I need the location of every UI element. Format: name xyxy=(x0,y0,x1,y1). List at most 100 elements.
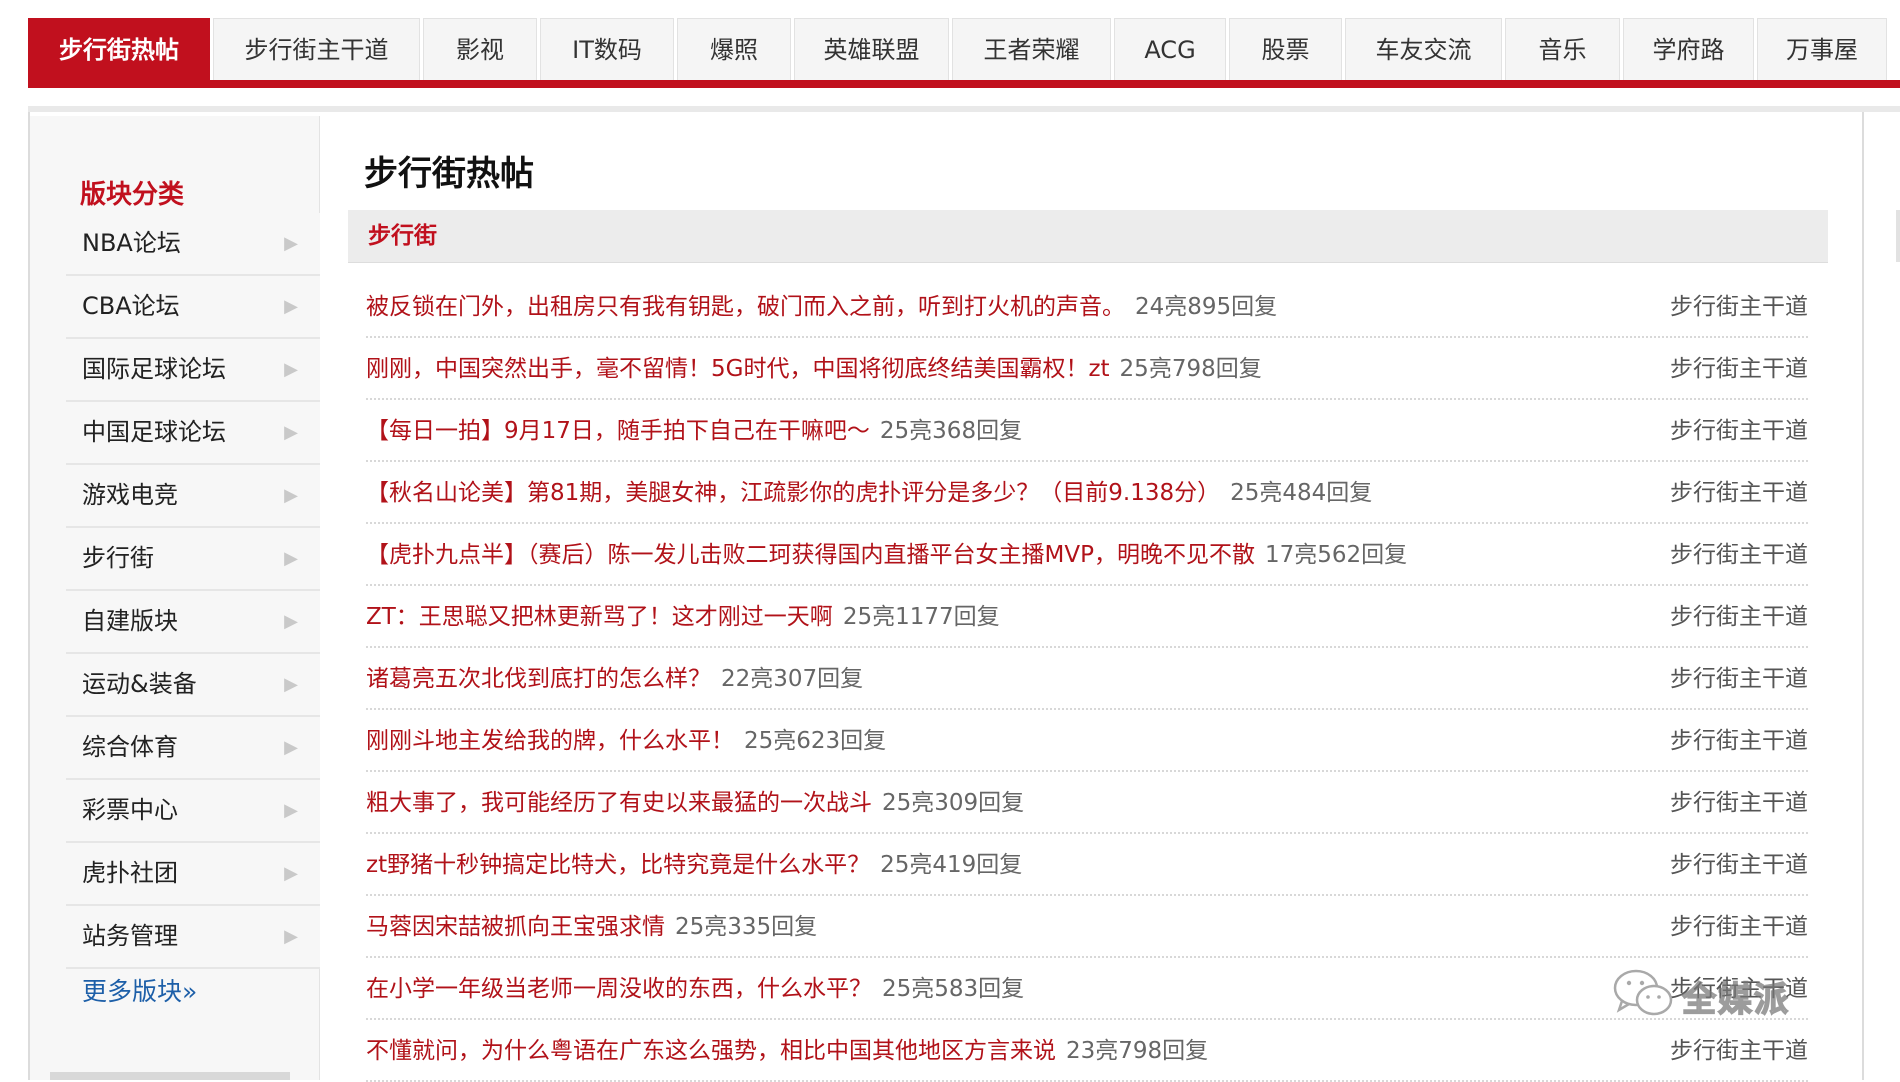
post-title-link[interactable]: zt野猪十秒钟搞定比特犬，比特究竟是什么水平？ 25亮419回复 xyxy=(366,834,1022,896)
tab-acg[interactable]: ACG xyxy=(1114,18,1226,80)
sidebar-item-nba[interactable]: NBA论坛 ▶ xyxy=(66,213,320,276)
chevron-right-icon: ▶ xyxy=(284,611,298,632)
sidebar-item-cba[interactable]: CBA论坛 ▶ xyxy=(66,276,320,339)
tab-it-digital[interactable]: IT数码 xyxy=(540,18,674,80)
sidebar-item-esports[interactable]: 游戏电竞 ▶ xyxy=(66,465,320,528)
post-board-link[interactable]: 步行街主干道 xyxy=(1670,710,1808,772)
sidebar-item-lottery[interactable]: 彩票中心 ▶ xyxy=(66,780,320,843)
list-item: 【虎扑九点半】（赛后）陈一发儿击败二珂获得国内直播平台女主播MVP，明晚不见不散… xyxy=(366,524,1808,586)
tab-lol[interactable]: 英雄联盟 xyxy=(794,18,949,80)
sidebar-item-intl-football[interactable]: 国际足球论坛 ▶ xyxy=(66,339,320,402)
sidebar-bottom-bar xyxy=(50,1072,290,1080)
chevron-right-icon: ▶ xyxy=(284,485,298,506)
list-item: 马蓉因宋喆被抓向王宝强求情 25亮335回复 步行街主干道 xyxy=(366,896,1808,958)
post-title-link[interactable]: 粗大事了，我可能经历了有史以来最猛的一次战斗 25亮309回复 xyxy=(366,772,1024,834)
scrollbar-hint xyxy=(1896,210,1900,262)
page-title: 步行街热帖 xyxy=(364,154,534,194)
more-boards-link[interactable]: 更多版块» xyxy=(82,972,197,1008)
tab-main-road[interactable]: 步行街主干道 xyxy=(213,18,420,80)
tab-stocks[interactable]: 股票 xyxy=(1229,18,1342,80)
list-item: 【秋名山论美】第81期，美腿女神，江疏影你的虎扑评分是多少？（目前9.138分）… xyxy=(366,462,1808,524)
post-title-text: 刚刚，中国突然出手，毫不留情！5G时代，中国将彻底终结美国霸权！zt xyxy=(366,356,1110,382)
post-board-link[interactable]: 步行街主干道 xyxy=(1670,648,1808,710)
list-item: 被反锁在门外，出租房只有我有钥匙，破门而入之前，听到打火机的声音。 24亮895回… xyxy=(366,276,1808,338)
sidebar-item-china-football[interactable]: 中国足球论坛 ▶ xyxy=(66,402,320,465)
post-board-link[interactable]: 步行街主干道 xyxy=(1670,462,1808,524)
sidebar-item-label: NBA论坛 xyxy=(82,229,181,257)
post-title-link[interactable]: 在小学一年级当老师一周没收的东西，什么水平？ 25亮583回复 xyxy=(366,958,1024,1020)
tab-hot-posts[interactable]: 步行街热帖 xyxy=(28,18,210,80)
post-stats: 25亮1177回复 xyxy=(842,604,1000,630)
post-stats: 25亮368回复 xyxy=(879,418,1023,444)
nav-underline xyxy=(28,80,1900,88)
post-title-link[interactable]: 【虎扑九点半】（赛后）陈一发儿击败二珂获得国内直播平台女主播MVP，明晚不见不散… xyxy=(366,524,1407,586)
post-title-text: 粗大事了，我可能经历了有史以来最猛的一次战斗 xyxy=(366,790,872,816)
post-stats: 25亮798回复 xyxy=(1119,356,1262,382)
chevron-right-icon: ▶ xyxy=(284,548,298,569)
tab-movies[interactable]: 影视 xyxy=(423,18,537,80)
list-item: 在小学一年级当老师一周没收的东西，什么水平？ 25亮583回复 步行街主干道 xyxy=(366,958,1808,1020)
sidebar-item-label: 综合体育 xyxy=(82,733,178,761)
tab-music[interactable]: 音乐 xyxy=(1505,18,1620,80)
wechat-icon xyxy=(1612,968,1682,1024)
sidebar-item-label: 中国足球论坛 xyxy=(82,418,226,446)
post-board-link[interactable]: 步行街主干道 xyxy=(1670,586,1808,648)
sidebar-item-general-sports[interactable]: 综合体育 ▶ xyxy=(66,717,320,780)
sidebar: 版块分类 NBA论坛 ▶ CBA论坛 ▶ 国际足球论坛 ▶ 中国足球论坛 ▶ 游戏电竞 ▶… xyxy=(30,116,320,1080)
post-title-link[interactable]: 【每日一拍】9月17日，随手拍下自己在干嘛吧～ 25亮368回复 xyxy=(366,400,1022,462)
post-board-link[interactable]: 步行街主干道 xyxy=(1670,1020,1808,1082)
post-stats: 24亮895回复 xyxy=(1135,294,1278,320)
post-title-link[interactable]: ZT：王思聪又把林更新骂了！这才刚过一天啊 25亮1177回复 xyxy=(366,586,1000,648)
sidebar-title: 版块分类 xyxy=(80,180,185,210)
list-item: 刚刚，中国突然出手，毫不留情！5G时代，中国将彻底终结美国霸权！zt 25亮798… xyxy=(366,338,1808,400)
post-title-link[interactable]: 【秋名山论美】第81期，美腿女神，江疏影你的虎扑评分是多少？（目前9.138分）… xyxy=(366,462,1372,524)
sidebar-item-label: 游戏电竞 xyxy=(82,481,178,509)
post-title-text: 【秋名山论美】第81期，美腿女神，江疏影你的虎扑评分是多少？（目前9.138分） xyxy=(366,480,1221,506)
tab-everything-shop[interactable]: 万事屋 xyxy=(1757,18,1887,80)
post-stats: 25亮583回复 xyxy=(882,976,1025,1002)
sidebar-item-sports-gear[interactable]: 运动&装备 ▶ xyxy=(66,654,320,717)
post-title-link[interactable]: 刚刚，中国突然出手，毫不留情！5G时代，中国将彻底终结美国霸权！zt 25亮798… xyxy=(366,338,1262,400)
tab-photos[interactable]: 爆照 xyxy=(677,18,791,80)
top-nav: 步行街热帖 步行街主干道 影视 IT数码 爆照 英雄联盟 王者荣耀 ACG 股票… xyxy=(28,18,1900,80)
section-header: 步行街 xyxy=(348,210,1828,263)
sidebar-item-label: 站务管理 xyxy=(82,922,178,950)
post-stats: 25亮484回复 xyxy=(1230,480,1373,506)
post-title-text: 诸葛亮五次北伐到底打的怎么样？ xyxy=(366,666,711,692)
tab-car-talk[interactable]: 车友交流 xyxy=(1345,18,1502,80)
watermark-text: 全媒派 xyxy=(1681,979,1790,1021)
post-title-text: 在小学一年级当老师一周没收的东西，什么水平？ xyxy=(366,976,872,1002)
post-title-text: 被反锁在门外，出租房只有我有钥匙，破门而入之前，听到打火机的声音。 xyxy=(366,294,1125,320)
post-title-link[interactable]: 刚刚斗地主发给我的牌，什么水平！ 25亮623回复 xyxy=(366,710,886,772)
post-list: 被反锁在门外，出租房只有我有钥匙，破门而入之前，听到打火机的声音。 24亮895回… xyxy=(366,276,1808,1082)
post-title-link[interactable]: 被反锁在门外，出租房只有我有钥匙，破门而入之前，听到打火机的声音。 24亮895回… xyxy=(366,276,1277,338)
post-title-link[interactable]: 不懂就问，为什么粤语在广东这么强势，相比中国其他地区方言来说 23亮798回复 xyxy=(366,1020,1208,1082)
sidebar-item-clubs[interactable]: 虎扑社团 ▶ xyxy=(66,843,320,906)
sidebar-item-label: 步行街 xyxy=(82,544,154,572)
tab-campus[interactable]: 学府路 xyxy=(1623,18,1754,80)
post-title-text: ZT：王思聪又把林更新骂了！这才刚过一天啊 xyxy=(366,604,833,630)
post-board-link[interactable]: 步行街主干道 xyxy=(1670,834,1808,896)
post-board-link[interactable]: 步行街主干道 xyxy=(1670,276,1808,338)
post-board-link[interactable]: 步行街主干道 xyxy=(1670,772,1808,834)
list-item: 不懂就问，为什么粤语在广东这么强势，相比中国其他地区方言来说 23亮798回复 步… xyxy=(366,1020,1808,1082)
chevron-right-icon: ▶ xyxy=(284,800,298,821)
post-board-link[interactable]: 步行街主干道 xyxy=(1670,524,1808,586)
watermark: 全媒派 xyxy=(1612,968,1840,1024)
post-board-link[interactable]: 步行街主干道 xyxy=(1670,400,1808,462)
post-board-link[interactable]: 步行街主干道 xyxy=(1670,896,1808,958)
post-board-link[interactable]: 步行街主干道 xyxy=(1670,338,1808,400)
post-title-text: 马蓉因宋喆被抓向王宝强求情 xyxy=(366,914,665,940)
post-title-text: 刚刚斗地主发给我的牌，什么水平！ xyxy=(366,728,734,754)
sidebar-item-pedestrian-street[interactable]: 步行街 ▶ xyxy=(66,528,320,591)
post-stats: 22亮307回复 xyxy=(721,666,864,692)
chevron-right-icon: ▶ xyxy=(284,296,298,317)
post-title-link[interactable]: 马蓉因宋喆被抓向王宝强求情 25亮335回复 xyxy=(366,896,817,958)
post-stats: 23亮798回复 xyxy=(1066,1038,1209,1064)
chevron-right-icon: ▶ xyxy=(284,674,298,695)
sidebar-item-site-admin[interactable]: 站务管理 ▶ xyxy=(66,906,320,969)
chevron-right-icon: ▶ xyxy=(284,422,298,443)
post-title-link[interactable]: 诸葛亮五次北伐到底打的怎么样？ 22亮307回复 xyxy=(366,648,863,710)
sidebar-item-custom-boards[interactable]: 自建版块 ▶ xyxy=(66,591,320,654)
tab-honor-of-kings[interactable]: 王者荣耀 xyxy=(952,18,1111,80)
